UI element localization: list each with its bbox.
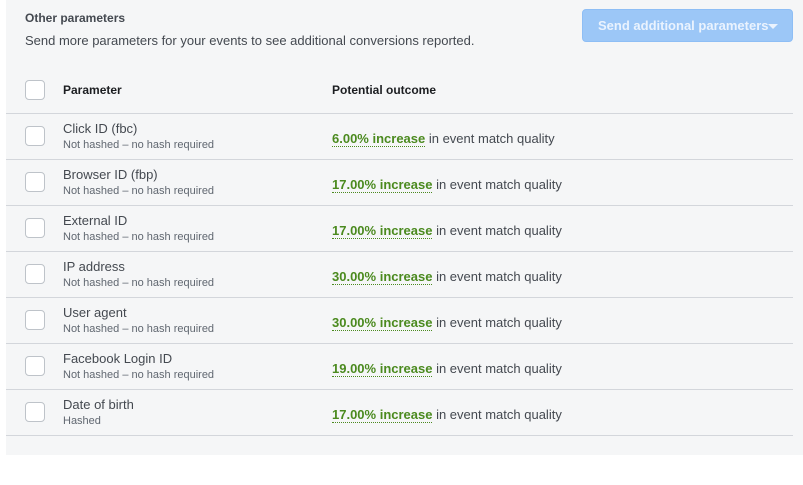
parameter-name: Browser ID (fbp)	[63, 167, 158, 182]
outcome-suffix: in event match quality	[432, 407, 562, 422]
send-button-label: Send additional parameters	[598, 18, 769, 33]
parameter-name: Date of birth	[63, 397, 134, 412]
row-checkbox[interactable]	[25, 126, 45, 146]
table-row: External ID Not hashed – no hash require…	[6, 206, 793, 252]
increase-link[interactable]: 17.00% increase	[332, 407, 433, 423]
parameter-name: Click ID (fbc)	[63, 121, 138, 136]
select-all-checkbox[interactable]	[25, 80, 45, 100]
parameter-name: External ID	[63, 213, 128, 228]
table-row: Date of birth Hashed 17.00% increase in …	[6, 390, 793, 436]
parameter-hash-status: Not hashed – no hash required	[63, 323, 215, 335]
section-subtitle: Send more parameters for your events to …	[25, 33, 475, 48]
other-parameters-panel: Other parameters Send more parameters fo…	[6, 0, 803, 455]
potential-outcome: 30.00% increase in event match quality	[332, 269, 562, 285]
outcome-suffix: in event match quality	[432, 223, 562, 238]
column-header-outcome: Potential outcome	[332, 83, 437, 97]
outcome-suffix: in event match quality	[432, 177, 562, 192]
table-row: User agent Not hashed – no hash required…	[6, 298, 793, 344]
parameter-hash-status: Not hashed – no hash required	[63, 139, 215, 151]
parameter-hash-status: Not hashed – no hash required	[63, 277, 215, 289]
table-row: Click ID (fbc) Not hashed – no hash requ…	[6, 114, 793, 160]
outcome-suffix: in event match quality	[432, 361, 562, 376]
outcome-suffix: in event match quality	[432, 269, 562, 284]
table-row: Browser ID (fbp) Not hashed – no hash re…	[6, 160, 793, 206]
parameter-hash-status: Not hashed – no hash required	[63, 369, 215, 381]
row-checkbox[interactable]	[25, 310, 45, 330]
row-checkbox[interactable]	[25, 172, 45, 192]
table-row: IP address Not hashed – no hash required…	[6, 252, 793, 298]
potential-outcome: 19.00% increase in event match quality	[332, 361, 562, 377]
potential-outcome: 17.00% increase in event match quality	[332, 407, 562, 423]
row-checkbox[interactable]	[25, 356, 45, 376]
section-title: Other parameters	[25, 11, 126, 25]
increase-link[interactable]: 30.00% increase	[332, 315, 433, 331]
parameter-name: User agent	[63, 305, 127, 320]
outcome-suffix: in event match quality	[425, 131, 555, 146]
increase-link[interactable]: 17.00% increase	[332, 177, 433, 193]
increase-link[interactable]: 30.00% increase	[332, 269, 433, 285]
table-row: Facebook Login ID Not hashed – no hash r…	[6, 344, 793, 390]
increase-link[interactable]: 19.00% increase	[332, 361, 433, 377]
row-checkbox[interactable]	[25, 264, 45, 284]
increase-link[interactable]: 6.00% increase	[332, 131, 426, 147]
potential-outcome: 30.00% increase in event match quality	[332, 315, 562, 331]
outcome-suffix: in event match quality	[432, 315, 562, 330]
row-checkbox[interactable]	[25, 402, 45, 422]
potential-outcome: 6.00% increase in event match quality	[332, 131, 555, 147]
row-checkbox[interactable]	[25, 218, 45, 238]
parameter-name: IP address	[63, 259, 125, 274]
increase-link[interactable]: 17.00% increase	[332, 223, 433, 239]
send-additional-parameters-button[interactable]: Send additional parameters	[582, 9, 793, 42]
parameter-hash-status: Hashed	[63, 415, 101, 427]
potential-outcome: 17.00% increase in event match quality	[332, 177, 562, 193]
parameter-name: Facebook Login ID	[63, 351, 173, 366]
potential-outcome: 17.00% increase in event match quality	[332, 223, 562, 239]
table-header: Parameter Potential outcome	[6, 68, 793, 114]
column-header-parameter: Parameter	[63, 83, 122, 97]
parameter-hash-status: Not hashed – no hash required	[63, 185, 215, 197]
caret-down-icon[interactable]	[768, 24, 778, 29]
parameter-hash-status: Not hashed – no hash required	[63, 231, 215, 243]
